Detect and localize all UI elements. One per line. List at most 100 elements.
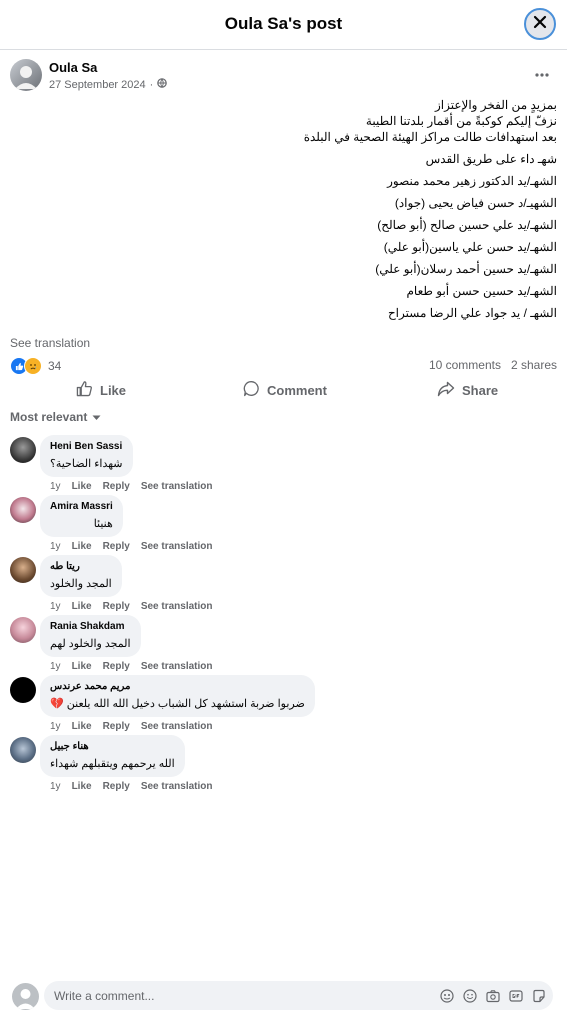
meta-separator: · bbox=[149, 78, 154, 91]
comment-see-translation[interactable]: See translation bbox=[141, 541, 213, 552]
comment-see-translation[interactable]: See translation bbox=[141, 721, 213, 732]
post-date[interactable]: 27 September 2024 bbox=[49, 79, 146, 91]
comment-time[interactable]: 1y bbox=[50, 601, 61, 612]
camera-icon[interactable] bbox=[486, 989, 500, 1003]
comment-reply-button[interactable]: Reply bbox=[103, 481, 130, 492]
like-button[interactable]: Like bbox=[76, 377, 126, 403]
reaction-count: 34 bbox=[48, 359, 62, 373]
commenter-avatar[interactable] bbox=[10, 617, 36, 643]
comment-bubble: مريم محمد عرندس ضربوا ضربة استشهد كل الش… bbox=[40, 675, 315, 717]
comment-like-button[interactable]: Like bbox=[72, 481, 92, 492]
post-name-line: شهـ داء على طريق القدس bbox=[425, 152, 557, 166]
comment-see-translation[interactable]: See translation bbox=[141, 781, 213, 792]
comment-time[interactable]: 1y bbox=[50, 481, 61, 492]
avatar-sticker-icon[interactable] bbox=[440, 989, 454, 1003]
comment-see-translation[interactable]: See translation bbox=[141, 601, 213, 612]
author-avatar[interactable] bbox=[10, 59, 42, 91]
post-name-line: الشهـ/يد حسين أحمد رسلان(أبو علي) bbox=[375, 262, 557, 276]
commenter-avatar[interactable] bbox=[10, 557, 36, 583]
more-icon bbox=[535, 64, 549, 81]
post-names-list: شهـ داء على طريق القدس الشهـ/يد الدكتور … bbox=[17, 151, 557, 321]
sticker-icon[interactable] bbox=[532, 989, 546, 1003]
sort-label: Most relevant bbox=[10, 410, 88, 424]
comment-reply-button[interactable]: Reply bbox=[103, 721, 130, 732]
comment-text: هنيئا bbox=[93, 518, 113, 530]
shares-count[interactable]: 2 shares bbox=[511, 358, 557, 372]
comment-actions: 1y Like Reply See translation bbox=[50, 781, 224, 792]
post-name-line: الشهـ/يد الدكتور زهير محمد منصور bbox=[387, 174, 557, 188]
comment-see-translation[interactable]: See translation bbox=[141, 481, 213, 492]
comment-actions: 1y Like Reply See translation bbox=[50, 721, 224, 732]
comment-like-button[interactable]: Like bbox=[72, 721, 92, 732]
comment-time[interactable]: 1y bbox=[50, 661, 61, 672]
comment-icon bbox=[243, 380, 260, 400]
comment-text: الله يرحمهم ويتقبلهم شهداء bbox=[50, 758, 175, 770]
post-line: نزفّ إليكم كوكبةً من أقمار بلدتنا الطيبة bbox=[365, 114, 557, 128]
commenter-avatar[interactable] bbox=[10, 497, 36, 523]
commenter-name[interactable]: مريم محمد عرندس bbox=[50, 681, 305, 692]
share-icon bbox=[437, 381, 455, 400]
comments-count[interactable]: 10 comments bbox=[429, 358, 501, 372]
sad-reaction-icon bbox=[24, 357, 42, 375]
post-intro: بمزيدٍ من الفخر والإعتزاز نزفّ إليكم كوك… bbox=[17, 97, 557, 145]
post-name-line: الشهـ/يد حسين حسن أبو طعام bbox=[406, 284, 558, 298]
comment-bubble: ريتا طه المجد والخلود bbox=[40, 555, 122, 597]
thumbs-up-icon bbox=[76, 380, 93, 400]
commenter-name[interactable]: Amira Massri bbox=[50, 501, 113, 512]
comment-like-button[interactable]: Like bbox=[72, 601, 92, 612]
comment-time[interactable]: 1y bbox=[50, 541, 61, 552]
post-action-bar: Like Comment Share bbox=[0, 377, 567, 403]
comment-like-button[interactable]: Like bbox=[72, 661, 92, 672]
post-stats: 10 comments 2 shares bbox=[429, 358, 557, 372]
emoji-icon[interactable] bbox=[463, 989, 477, 1003]
post-name-line: الشهـ / يد جواد علي الرضا مستراح bbox=[387, 306, 557, 320]
comment-like-button[interactable]: Like bbox=[72, 541, 92, 552]
chevron-down-icon bbox=[92, 410, 101, 424]
post-name-line: الشهـ/يد علي حسين صالح (أبو صالح) bbox=[377, 218, 557, 232]
post-line: بمزيدٍ من الفخر والإعتزاز bbox=[434, 98, 557, 112]
gif-icon[interactable] bbox=[509, 989, 523, 1003]
comment-reply-button[interactable]: Reply bbox=[103, 661, 130, 672]
commenter-avatar[interactable] bbox=[10, 737, 36, 763]
see-translation-link[interactable]: See translation bbox=[10, 336, 90, 350]
comment-text: المجد والخلود bbox=[50, 578, 112, 590]
comment-text: المجد والخلود لهم bbox=[50, 638, 131, 650]
comment-bubble: Amira Massri هنيئا bbox=[40, 495, 123, 537]
comment-time[interactable]: 1y bbox=[50, 781, 61, 792]
commenter-name[interactable]: هناء جبيل bbox=[50, 741, 175, 752]
post-author-name[interactable]: Oula Sa bbox=[49, 60, 97, 75]
comment-actions: 1y Like Reply See translation bbox=[50, 481, 224, 492]
comment-reply-button[interactable]: Reply bbox=[103, 541, 130, 552]
comment-reply-button[interactable]: Reply bbox=[103, 781, 130, 792]
commenter-name[interactable]: Heni Ben Sassi bbox=[50, 441, 123, 452]
comment-bubble: هناء جبيل الله يرحمهم ويتقبلهم شهداء bbox=[40, 735, 185, 777]
post-options-button[interactable] bbox=[535, 64, 549, 82]
comment-see-translation[interactable]: See translation bbox=[141, 661, 213, 672]
current-user-avatar[interactable] bbox=[12, 983, 39, 1010]
commenter-name[interactable]: Rania Shakdam bbox=[50, 621, 131, 632]
composer-tools bbox=[440, 989, 546, 1003]
comment-text: شهداء الضاحية؟ bbox=[50, 458, 123, 470]
comment-like-button[interactable]: Like bbox=[72, 781, 92, 792]
share-label: Share bbox=[462, 382, 499, 398]
post-meta: 27 September 2024 · bbox=[49, 78, 168, 91]
share-button[interactable]: Share bbox=[437, 377, 498, 403]
close-button[interactable] bbox=[524, 8, 556, 40]
comment-time[interactable]: 1y bbox=[50, 721, 61, 732]
post-name-line: الشهيـ/د حسن فياض يحيى (جواد) bbox=[394, 196, 557, 210]
comment-button[interactable]: Comment bbox=[243, 377, 327, 403]
comment-label: Comment bbox=[267, 382, 327, 398]
like-label: Like bbox=[100, 382, 127, 398]
reactions-summary[interactable]: 34 bbox=[10, 357, 61, 375]
post-name-line: الشهـ/يد حسن علي ياسين(أبو علي) bbox=[383, 240, 557, 254]
commenter-avatar[interactable] bbox=[10, 437, 36, 463]
commenter-name[interactable]: ريتا طه bbox=[50, 561, 112, 572]
dialog-title: Oula Sa's post bbox=[224, 14, 343, 33]
comment-bubble: Heni Ben Sassi شهداء الضاحية؟ bbox=[40, 435, 133, 477]
commenter-avatar[interactable] bbox=[10, 677, 36, 703]
comment-actions: 1y Like Reply See translation bbox=[50, 661, 224, 672]
comment-composer bbox=[0, 972, 567, 1024]
post-body: بمزيدٍ من الفخر والإعتزاز نزفّ إليكم كوك… bbox=[17, 97, 557, 327]
comment-reply-button[interactable]: Reply bbox=[103, 601, 130, 612]
comment-sort-dropdown[interactable]: Most relevant bbox=[10, 410, 101, 424]
